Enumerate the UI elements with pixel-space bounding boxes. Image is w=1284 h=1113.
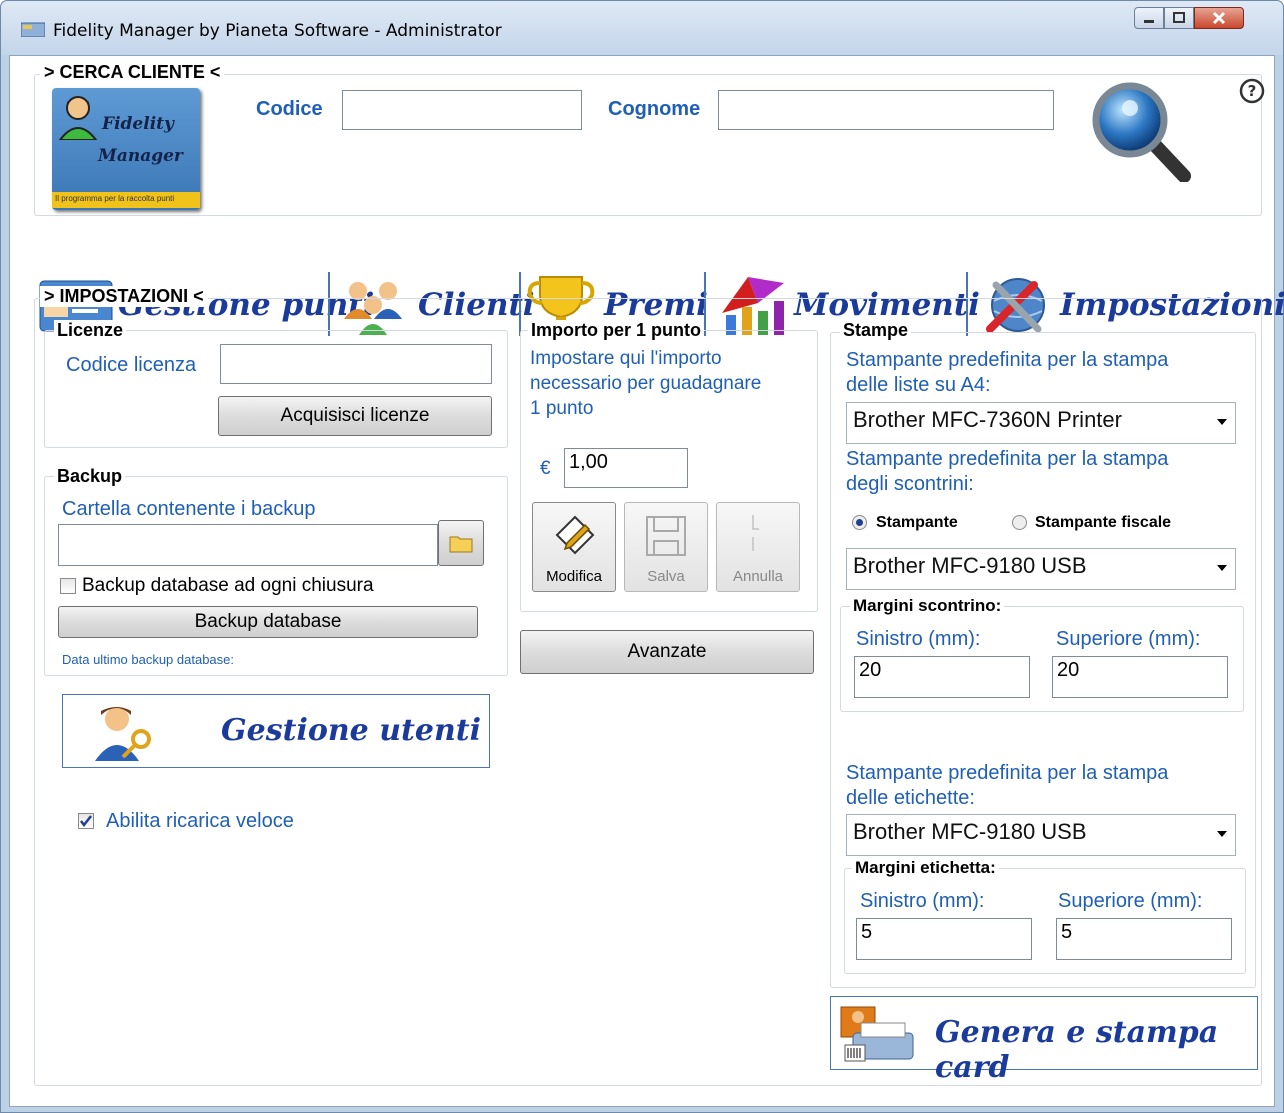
etichetta-sinistro-label: Sinistro (mm): <box>860 890 985 912</box>
ricarica-veloce-checkbox[interactable] <box>78 813 94 829</box>
scontrino-superiore-label: Superiore (mm): <box>1056 628 1201 650</box>
logo-line1: Fidelity <box>102 114 174 134</box>
logo-tagline: Il programma per la raccolta punti <box>52 192 200 208</box>
backup-title: Backup <box>54 466 126 487</box>
etichette-label-line1: Stampante predefinita per la stampa <box>846 762 1169 784</box>
etichetta-sinistro-input[interactable]: 5 <box>856 918 1032 960</box>
a4-label-line1: Stampante predefinita per la stampa <box>846 349 1169 371</box>
cognome-label: Cognome <box>608 98 701 120</box>
annulla-label: Annulla <box>732 568 784 585</box>
card-printer-icon <box>840 1006 914 1062</box>
folder-icon <box>449 536 473 553</box>
close-window-button[interactable] <box>1194 7 1244 29</box>
importo-title: Importo per 1 punto <box>528 320 704 341</box>
search-legend: > CERCA CLIENTE < <box>40 62 225 83</box>
scontrino-sinistro-label: Sinistro (mm): <box>856 628 981 650</box>
pencil-icon <box>555 515 595 555</box>
app-icon <box>21 22 45 37</box>
codice-label: Codice <box>256 98 323 120</box>
etichette-printer-select[interactable]: Brother MFC-9180 USB <box>846 814 1236 856</box>
scontrino-sinistro-input[interactable]: 20 <box>854 656 1030 698</box>
backup-folder-input[interactable] <box>58 524 438 566</box>
title-bar: Fidelity Manager by Pianeta Software - A… <box>1 1 1283 55</box>
floppy-disk-icon <box>646 516 686 556</box>
search-icon[interactable] <box>1088 78 1192 182</box>
last-backup-label: Data ultimo backup database: <box>62 652 234 667</box>
maximize-icon <box>1173 12 1185 23</box>
logo-line2: Manager <box>98 146 183 166</box>
a4-printer-select[interactable]: Brother MFC-7360N Printer <box>846 402 1236 444</box>
acquisisci-licenze-button[interactable]: Acquisisci licenze <box>218 396 492 436</box>
settings-legend: > IMPOSTAZIONI < <box>40 286 208 307</box>
scontrini-label-line1: Stampante predefinita per la stampa <box>846 448 1169 470</box>
browse-folder-button[interactable] <box>438 520 484 566</box>
svg-text:?: ? <box>1248 82 1257 100</box>
importo-desc-line2: necessario per guadagnare <box>530 373 762 394</box>
margini-etichetta-title: Margini etichetta: <box>852 858 999 878</box>
margini-scontrino-title: Margini scontrino: <box>850 596 1005 616</box>
modifica-label: Modifica <box>546 568 602 585</box>
salva-button[interactable]: Salva <box>624 502 708 592</box>
importo-desc-line3: 1 punto <box>530 398 594 419</box>
scontrini-printer-select[interactable]: Brother MFC-9180 USB <box>846 548 1236 590</box>
genera-stampa-card-label: Genera e stampa card <box>935 1015 1219 1085</box>
chevron-down-icon <box>1217 831 1227 837</box>
minimize-button[interactable] <box>1134 7 1164 29</box>
annulla-button[interactable]: Annulla <box>716 502 800 592</box>
codice-licenza-input[interactable] <box>220 344 492 384</box>
ricarica-veloce-label: Abilita ricarica veloce <box>106 810 294 832</box>
gestione-utenti-label: Gestione utenti <box>221 713 482 748</box>
licenze-title: Licenze <box>54 320 127 341</box>
chevron-down-icon <box>1217 565 1227 571</box>
importo-desc-line1: Impostare qui l'importo <box>530 348 722 369</box>
gestione-utenti-button[interactable]: Gestione utenti <box>62 694 490 768</box>
etichetta-superiore-input[interactable]: 5 <box>1056 918 1232 960</box>
stampe-title: Stampe <box>840 320 912 341</box>
backup-auto-label: Backup database ad ogni chiusura <box>82 575 374 596</box>
a4-printer-value: Brother MFC-7360N Printer <box>853 407 1122 432</box>
client-area: > CERCA CLIENTE < Fidelity Manager Il pr… <box>9 55 1284 1107</box>
etichette-label-line2: delle etichette: <box>846 787 975 809</box>
salva-label: Salva <box>647 568 685 585</box>
fidelity-logo: Fidelity Manager Il programma per la rac… <box>52 88 200 210</box>
radio-fiscale-label: Stampante fiscale <box>1035 514 1172 531</box>
cognome-input[interactable] <box>718 90 1054 130</box>
codice-input[interactable] <box>342 90 582 130</box>
minimize-icon <box>1144 20 1154 23</box>
checkmark-icon <box>80 815 92 828</box>
radio-dot <box>856 519 863 526</box>
radio-stampante-label: Stampante <box>876 514 958 531</box>
backup-auto-checkbox[interactable] <box>60 578 76 594</box>
app-window: Fidelity Manager by Pianeta Software - A… <box>0 0 1284 1113</box>
user-key-icon <box>95 707 151 761</box>
scontrini-label-line2: degli scontrini: <box>846 473 974 495</box>
maximize-button[interactable] <box>1164 7 1194 29</box>
avanzate-button[interactable]: Avanzate <box>520 630 814 674</box>
importo-input[interactable]: 1,00 <box>564 448 688 488</box>
close-icon <box>1212 11 1226 25</box>
radio-stampante[interactable] <box>852 515 867 530</box>
etichette-printer-value: Brother MFC-9180 USB <box>853 819 1087 844</box>
codice-licenza-label: Codice licenza <box>66 354 197 376</box>
scontrini-printer-value: Brother MFC-9180 USB <box>853 553 1087 578</box>
search-group <box>34 74 1262 216</box>
backup-database-button[interactable]: Backup database <box>58 606 478 638</box>
help-icon[interactable]: ? <box>1239 78 1265 104</box>
currency-symbol: € <box>540 458 551 479</box>
scontrino-superiore-input[interactable]: 20 <box>1052 656 1228 698</box>
a4-label-line2: delle liste su A4: <box>846 374 991 396</box>
window-title: Fidelity Manager by Pianeta Software - A… <box>53 21 502 41</box>
person-icon <box>58 96 98 140</box>
genera-stampa-card-button[interactable]: Genera e stampa card <box>830 996 1258 1085</box>
etichetta-superiore-label: Superiore (mm): <box>1058 890 1203 912</box>
undo-icon <box>752 515 759 551</box>
radio-stampante-fiscale[interactable] <box>1012 515 1027 530</box>
chevron-down-icon <box>1217 419 1227 425</box>
backup-folder-label: Cartella contenente i backup <box>62 498 316 520</box>
modifica-button[interactable]: Modifica <box>532 502 616 592</box>
